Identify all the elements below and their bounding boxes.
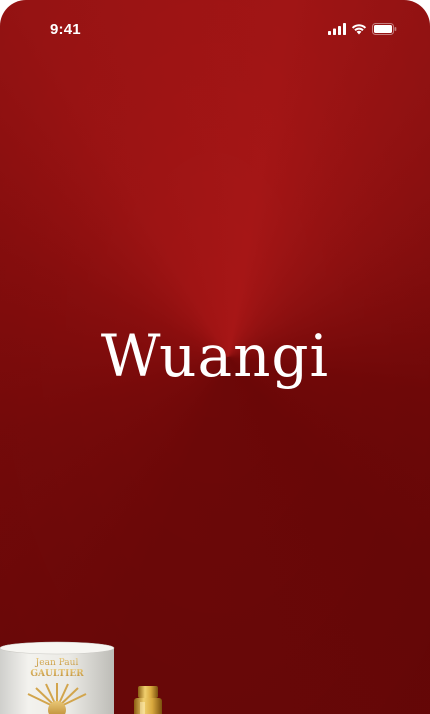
- battery-icon: [372, 23, 397, 35]
- product-label-line1: Jean Paul: [35, 658, 79, 668]
- brand-logo-text: Wuangi: [100, 322, 330, 390]
- splash-screen: 9:41 Wuangi Jean Paul GAULTIER: [0, 0, 430, 714]
- wifi-icon: [351, 23, 367, 35]
- product-label-line2: GAULTIER: [30, 669, 84, 679]
- status-icons: [328, 23, 397, 35]
- perfume-box-image: Jean Paul GAULTIER: [0, 641, 115, 714]
- perfume-bottle-image: [134, 686, 162, 714]
- cellular-signal-icon: [328, 23, 346, 35]
- status-bar: 9:41: [0, 0, 430, 62]
- status-time: 9:41: [50, 20, 81, 38]
